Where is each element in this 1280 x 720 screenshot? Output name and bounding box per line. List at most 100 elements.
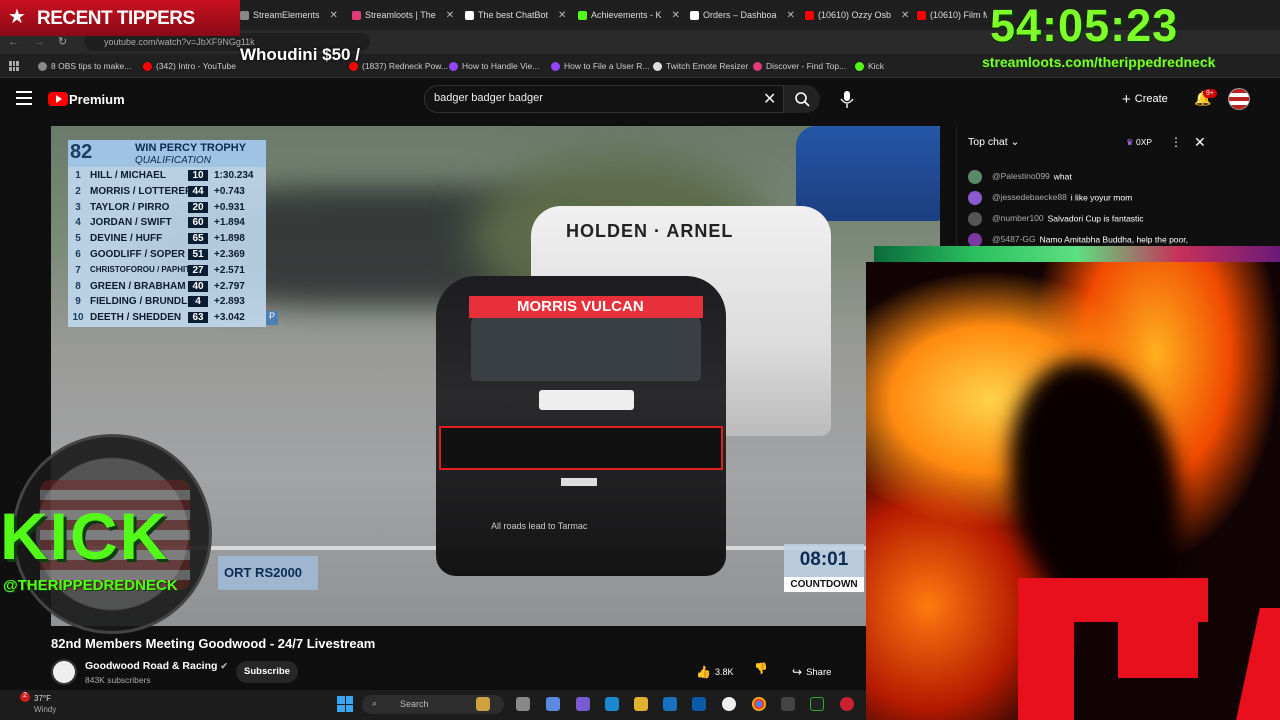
close-icon[interactable]: ✕ bbox=[1194, 134, 1206, 151]
bookmark-item[interactable]: (342) Intro - YouTube bbox=[143, 61, 236, 71]
tab-favicon-icon bbox=[690, 10, 699, 20]
bookmark-item[interactable]: Discover - Find Top... bbox=[753, 61, 846, 71]
countdown-label: COUNTDOWN bbox=[784, 577, 864, 592]
browser-tab[interactable]: StreamElements ✕ bbox=[240, 4, 348, 26]
bumper-text: All roads lead to Tarmac bbox=[491, 521, 588, 531]
black-car-sponsor: MORRIS VULCAN bbox=[517, 298, 644, 315]
microphone-icon bbox=[840, 91, 854, 108]
bookmark-item[interactable]: How to Handle Vie... bbox=[449, 61, 539, 71]
voice-search-button[interactable] bbox=[835, 88, 859, 110]
app-icon-2[interactable] bbox=[840, 697, 854, 711]
browser-tab[interactable]: Achievements - K ✕ bbox=[578, 4, 686, 26]
leaderboard-position: 1 bbox=[75, 170, 81, 181]
bookmark-label: Twitch Emote Resizer bbox=[666, 61, 749, 71]
app-icon-1[interactable] bbox=[781, 697, 795, 711]
outlook-icon[interactable] bbox=[692, 697, 706, 711]
close-tab-icon[interactable]: ✕ bbox=[901, 10, 909, 21]
windows-start-icon[interactable] bbox=[337, 696, 353, 712]
chat-message[interactable]: @number100 Salvadori Cup is fantastic bbox=[968, 212, 1144, 226]
leaderboard-driver: GREEN / BRABHAM bbox=[90, 280, 186, 292]
tab-label: Achievements - K bbox=[591, 10, 662, 20]
channel-name[interactable]: Goodwood Road & Racing ✔ bbox=[85, 660, 228, 672]
close-tab-icon[interactable]: ✕ bbox=[446, 10, 454, 21]
edge-browser-icon[interactable] bbox=[605, 697, 619, 711]
countdown-time: 08:01 bbox=[784, 544, 864, 578]
blue-race-car bbox=[796, 126, 940, 221]
hamburger-menu-icon[interactable] bbox=[16, 91, 32, 105]
search-button[interactable] bbox=[784, 85, 820, 113]
teams-icon[interactable] bbox=[576, 697, 590, 711]
leaderboard-car-number: 10 bbox=[188, 170, 208, 181]
channel-avatar[interactable] bbox=[51, 659, 77, 685]
car-headlight-strip bbox=[561, 478, 597, 486]
leaderboard-car-number: 63 bbox=[188, 312, 208, 324]
weather-condition[interactable]: Windy bbox=[34, 705, 56, 714]
leaderboard-driver: FIELDING / BRUNDLE bbox=[90, 296, 194, 308]
leaderboard-gap: +3.042 bbox=[214, 312, 245, 324]
kick-handle: @THERIPPEDREDNECK bbox=[3, 577, 178, 594]
browser-tab[interactable]: Orders – Dashboa ✕ bbox=[690, 4, 798, 26]
chat-text: Namo Amitabha Buddha, help the poor, bbox=[1039, 234, 1188, 245]
file-explorer-icon[interactable] bbox=[634, 697, 648, 711]
chat-text: i like yoyur mom bbox=[1070, 192, 1133, 203]
chat-xp-badge[interactable]: ♛ 0XP bbox=[1126, 137, 1152, 148]
browser-tab[interactable]: (10610) Ozzy Osb ✕ bbox=[805, 4, 913, 26]
widgets-icon[interactable] bbox=[546, 697, 560, 711]
bookmark-item[interactable]: Twitch Emote Resizer bbox=[653, 61, 748, 71]
search-icon: ⌕ bbox=[372, 698, 378, 708]
leaderboard-driver: HILL / MICHAEL bbox=[90, 170, 166, 181]
verified-icon: ✔ bbox=[220, 661, 228, 671]
tab-favicon-icon bbox=[240, 10, 249, 20]
recent-tip: Whoudini $50 / bbox=[240, 45, 360, 64]
dislike-button[interactable]: 👎 bbox=[754, 662, 768, 675]
weather-temperature[interactable]: 37°F bbox=[34, 694, 51, 703]
bookmark-item[interactable]: How to File a User R... bbox=[551, 61, 650, 71]
obs-icon[interactable] bbox=[722, 697, 736, 711]
apps-grid-icon[interactable] bbox=[9, 61, 19, 71]
browser-tab[interactable]: The best ChatBot ✕ bbox=[465, 4, 573, 26]
store-icon[interactable] bbox=[663, 697, 677, 711]
task-view-icon[interactable] bbox=[516, 697, 530, 711]
close-tab-icon[interactable]: ✕ bbox=[672, 10, 680, 21]
tab-favicon-icon bbox=[352, 10, 361, 20]
chat-mode-dropdown[interactable]: Top chat ⌄ bbox=[968, 136, 1019, 148]
bookmark-item[interactable]: 8 OBS tips to make... bbox=[38, 61, 131, 71]
reload-icon[interactable]: ↻ bbox=[58, 35, 67, 48]
bookmark-label: How to File a User R... bbox=[564, 61, 650, 71]
race-number-plate bbox=[539, 390, 634, 410]
leaderboard-driver: GOODLIFF / SOPER bbox=[90, 249, 186, 260]
browser-tab[interactable]: Streamloots | The ✕ bbox=[352, 4, 460, 26]
more-options-icon[interactable]: ⋮ bbox=[1170, 135, 1182, 149]
tab-label: Orders – Dashboa bbox=[703, 10, 777, 20]
chat-message[interactable]: @Palestino099 what bbox=[968, 170, 1072, 184]
youtube-logo-icon[interactable] bbox=[48, 92, 68, 106]
leaderboard-flag: P bbox=[266, 311, 278, 325]
leaderboard-row: 2 MORRIS / LOTTERER 44 +0.743 bbox=[68, 185, 266, 202]
chat-message[interactable]: @5487-GG Namo Amitabha Buddha, help the p… bbox=[968, 233, 1188, 247]
youtube-brand[interactable]: Premium bbox=[69, 92, 125, 107]
chrome-icon[interactable] bbox=[752, 697, 766, 711]
bookmark-item[interactable]: Kick bbox=[855, 61, 884, 71]
search-query[interactable]: badger badger badger bbox=[434, 92, 543, 104]
back-icon[interactable]: ← bbox=[8, 36, 19, 48]
share-button[interactable]: ↪ Share bbox=[792, 661, 831, 683]
chat-username: @jessedebaecke88 bbox=[992, 192, 1067, 203]
subscribe-button[interactable]: Subscribe bbox=[236, 661, 298, 683]
like-button[interactable]: 👍 3.8K bbox=[696, 661, 746, 683]
close-tab-icon[interactable]: ✕ bbox=[558, 10, 566, 21]
create-button[interactable]: + Create bbox=[1122, 88, 1168, 110]
leaderboard-subtitle: QUALIFICATION bbox=[135, 155, 211, 166]
chat-message[interactable]: @jessedebaecke88 i like yoyur mom bbox=[968, 191, 1132, 205]
browser-tab[interactable]: (10610) Film Musi bbox=[917, 4, 987, 26]
pepper-icon[interactable] bbox=[476, 697, 490, 711]
leaderboard-row: 6 GOODLIFF / SOPER 51 +2.369 bbox=[68, 249, 266, 265]
chat-avatar bbox=[968, 191, 982, 205]
close-tab-icon[interactable]: ✕ bbox=[330, 10, 338, 21]
account-avatar[interactable] bbox=[1228, 88, 1250, 110]
clear-search-icon[interactable]: ✕ bbox=[763, 89, 776, 109]
forward-icon[interactable]: → bbox=[34, 36, 45, 48]
bookmark-item[interactable]: (1837) Redneck Pow... bbox=[349, 61, 448, 71]
close-tab-icon[interactable]: ✕ bbox=[787, 10, 795, 21]
terminal-icon[interactable] bbox=[810, 697, 824, 711]
chat-mode-label: Top chat bbox=[968, 136, 1008, 148]
